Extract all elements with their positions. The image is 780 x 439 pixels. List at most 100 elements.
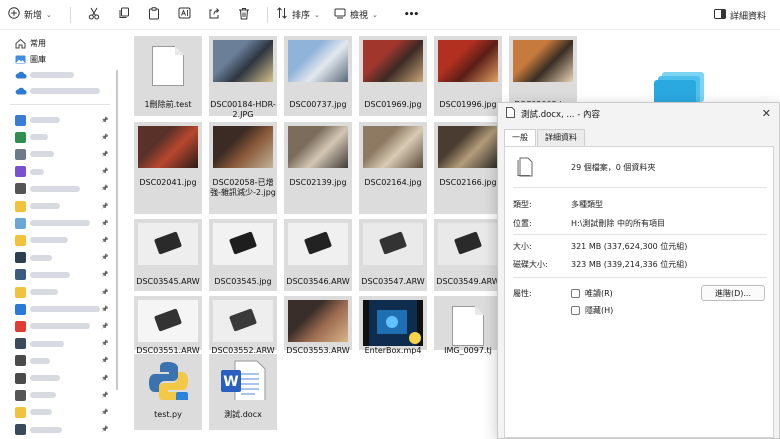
file-item[interactable]: DSC00184-HDR-2.JPG: [209, 36, 277, 119]
file-item[interactable]: DSC02139.jpg: [284, 122, 352, 214]
dialog-titlebar[interactable]: 測試.docx, ... - 內容 ✕: [498, 103, 779, 125]
file-item[interactable]: DSC02058-已增強-雜訊減少-2.jpg: [209, 122, 277, 214]
sidebar-item-home[interactable]: 常用: [0, 35, 114, 51]
sidebar-item-pinned[interactable]: 📌: [0, 215, 114, 231]
sidebar-item-pinned[interactable]: 📌: [0, 353, 114, 369]
pin-icon[interactable]: 📌: [101, 134, 108, 141]
folder-icon: [15, 406, 26, 418]
paste-button[interactable]: [139, 3, 169, 27]
file-item[interactable]: DSC01969.jpg: [359, 36, 427, 116]
file-item[interactable]: DSC00737.jpg: [284, 36, 352, 116]
sidebar-item-pinned[interactable]: 📌: [0, 387, 114, 403]
file-item[interactable]: DSC03551.ARW: [134, 296, 202, 355]
blurred-label: [30, 168, 44, 175]
file-item[interactable]: DSC03549.ARW: [434, 219, 502, 291]
delete-button[interactable]: [229, 3, 259, 27]
file-item[interactable]: DSC03547.ARW: [359, 219, 427, 291]
hidden-label[interactable]: 隱藏(H): [585, 305, 613, 316]
hidden-checkbox[interactable]: [571, 305, 580, 315]
rename-button[interactable]: [169, 3, 199, 27]
sort-button[interactable]: 排序 ⌄: [276, 3, 330, 27]
photo-folder-icon: [15, 166, 26, 178]
camera-icon: [15, 389, 26, 401]
sidebar-item-pinned[interactable]: 📌: [0, 129, 114, 145]
sidebar-item-pinned[interactable]: 📌: [0, 404, 114, 420]
sidebar-item-pinned[interactable]: 📌: [0, 146, 114, 162]
type-label: 類型:: [513, 199, 532, 209]
image-thumbnail: [363, 40, 423, 82]
share-button[interactable]: [199, 3, 229, 27]
device-shape: [303, 231, 333, 255]
pin-icon[interactable]: 📌: [101, 375, 108, 382]
sidebar-item-pinned[interactable]: 📌: [0, 370, 114, 386]
pin-icon[interactable]: 📌: [101, 237, 108, 244]
pin-icon[interactable]: 📌: [101, 306, 108, 313]
pin-icon[interactable]: 📌: [101, 409, 108, 416]
readonly-checkbox[interactable]: [571, 288, 580, 298]
tab-details[interactable]: 詳細資料: [537, 129, 585, 146]
sidebar-item-pinned[interactable]: 📌: [0, 232, 114, 248]
chevron-down-icon: ⌄: [46, 10, 52, 19]
sidebar-item-gallery[interactable]: 圖庫: [0, 51, 114, 67]
more-options-button[interactable]: •••: [396, 3, 426, 27]
pin-icon[interactable]: 📌: [101, 426, 108, 433]
pin-icon[interactable]: 📌: [101, 203, 108, 210]
sidebar-scrollbar[interactable]: [116, 70, 118, 390]
details-label: 詳細資料: [729, 11, 766, 22]
file-item[interactable]: DSC03545.jpg: [209, 219, 277, 291]
pin-icon[interactable]: 📌: [101, 151, 108, 158]
pin-icon[interactable]: 📌: [101, 323, 108, 330]
close-icon[interactable]: ✕: [762, 107, 771, 120]
pin-icon[interactable]: 📌: [101, 357, 108, 364]
pin-icon[interactable]: 📌: [101, 392, 108, 399]
pin-icon[interactable]: 📌: [101, 254, 108, 261]
image-thumbnail: [288, 300, 348, 342]
file-item[interactable]: DSC03545.ARW: [134, 219, 202, 291]
view-button[interactable]: 檢視 ⌄: [334, 3, 390, 27]
sidebar-item-pinned[interactable]: 📌: [0, 198, 114, 214]
film-icon: [15, 355, 26, 367]
readonly-label[interactable]: 唯讀(R): [585, 288, 613, 299]
file-item[interactable]: test.py: [134, 354, 202, 430]
sidebar-item-onedrive[interactable]: [0, 67, 114, 83]
sidebar-item-pinned[interactable]: 📌: [0, 284, 114, 300]
sidebar-item-pinned[interactable]: 📌: [0, 267, 114, 283]
file-item[interactable]: DSC02164.jpg: [359, 122, 427, 214]
sidebar-item-pinned[interactable]: 📌: [0, 301, 114, 317]
sidebar-item-onedrive-2[interactable]: [0, 83, 114, 99]
pin-icon[interactable]: 📌: [101, 185, 108, 192]
advanced-button[interactable]: 進階(D)...: [701, 285, 765, 301]
sidebar-item-pinned[interactable]: 📌: [0, 318, 114, 334]
tab-general[interactable]: 一般: [504, 129, 536, 147]
sidebar-item-pinned[interactable]: 📌: [0, 112, 114, 128]
pin-icon[interactable]: 📌: [101, 168, 108, 175]
pin-icon[interactable]: 📌: [101, 220, 108, 227]
pin-icon[interactable]: 📌: [101, 289, 108, 296]
file-item[interactable]: DSC02166.jpg: [434, 122, 502, 214]
copy-button[interactable]: [109, 3, 139, 27]
sidebar-item-pinned[interactable]: 📌: [0, 336, 114, 352]
file-item[interactable]: DSC03546.ARW: [284, 219, 352, 291]
drive-icon: [15, 424, 26, 436]
file-item[interactable]: IMG_0097.tj: [434, 296, 502, 355]
pin-icon[interactable]: 📌: [101, 340, 108, 347]
new-button[interactable]: 新增 ⌄: [8, 3, 62, 27]
pin-icon[interactable]: 📌: [101, 271, 108, 278]
file-item[interactable]: DSC01996.jpg: [434, 36, 502, 116]
file-item[interactable]: 1刪除前.test: [134, 36, 202, 116]
pin-icon[interactable]: 📌: [101, 117, 108, 124]
sidebar-item-pinned[interactable]: 📌: [0, 250, 114, 266]
file-item[interactable]: DSC03553.ARW: [284, 296, 352, 355]
blank-file-icon: [138, 40, 198, 92]
sidebar-item-pinned[interactable]: 📌: [0, 422, 114, 438]
sidebar-item-pinned[interactable]: 📌: [0, 164, 114, 180]
file-item[interactable]: DSC03552.ARW: [209, 296, 277, 355]
sidebar-item-pinned[interactable]: 📌: [0, 181, 114, 197]
file-item[interactable]: W 測試.docx: [209, 354, 277, 430]
file-item[interactable]: EnterBox.mp4: [359, 296, 427, 355]
cut-button[interactable]: [79, 3, 109, 27]
folder-icon: [15, 286, 26, 298]
file-item[interactable]: DSC02041.jpg: [134, 122, 202, 214]
details-pane-button[interactable]: 詳細資料: [713, 3, 766, 27]
cloud-icon: [15, 86, 27, 97]
